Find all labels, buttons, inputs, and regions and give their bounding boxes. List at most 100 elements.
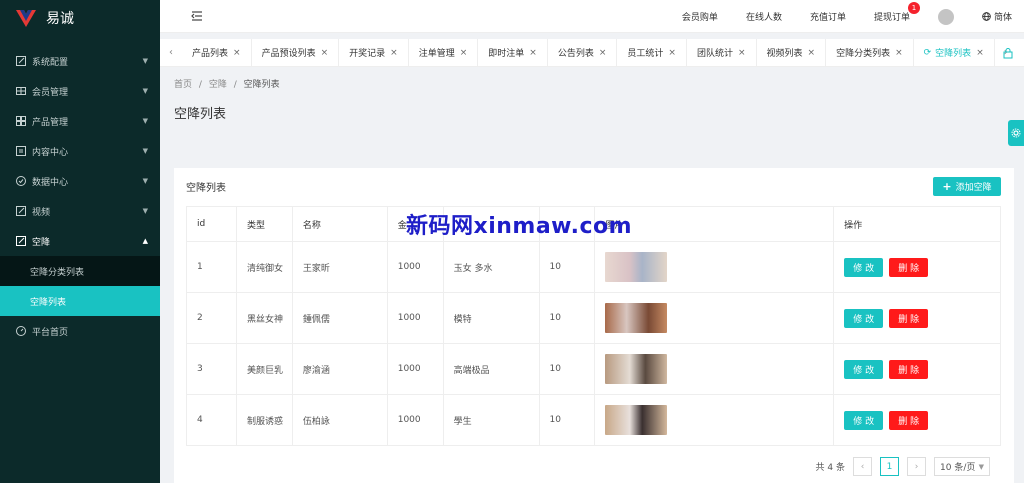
edit-button[interactable]: 修 改 — [844, 410, 884, 430]
edit-button[interactable]: 修 改 — [844, 257, 884, 277]
photo-thumbnail[interactable] — [605, 303, 668, 333]
tab-team-stats[interactable]: 团队统计 × — [687, 38, 757, 67]
cell-image — [594, 394, 835, 446]
tab-video-list[interactable]: 视频列表 × — [757, 38, 827, 67]
sidebar-item-airdrop-category-list[interactable]: 空降分类列表 — [0, 256, 160, 286]
top-bar: 会员购单 在线人数 充值订单 提现订单 1 简体 — [160, 0, 1024, 33]
sidebar-item-label: 数据中心 — [32, 177, 69, 188]
delete-button[interactable]: 删 除 — [889, 359, 929, 379]
add-airdrop-button[interactable]: + 添加空降 — [933, 177, 1001, 196]
tab-label: 产品列表 — [192, 49, 229, 59]
chevron-down-icon: ▼ — [142, 147, 148, 155]
sidebar-item-label: 产品管理 — [32, 117, 69, 128]
airdrop-table: id 类型 名称 金 图片 操作 1 清纯御女 王家昕 1000 玉女 多水 1… — [186, 206, 1001, 446]
sidebar-item-label: 视频 — [32, 207, 51, 218]
tab-lottery-records[interactable]: 开奖记录 × — [339, 38, 409, 67]
tab-bet-management[interactable]: 注单管理 × — [409, 38, 479, 67]
delete-button[interactable]: 删 除 — [889, 257, 929, 277]
cell-name: 廖渝涵 — [291, 343, 388, 395]
page-size-select[interactable]: 10 条/页 ▼ — [934, 457, 990, 476]
sidebar-item-content[interactable]: 内容中心 ▼ — [0, 136, 160, 166]
refresh-icon[interactable]: ⟳ — [924, 48, 932, 58]
menu-fold-icon[interactable] — [190, 9, 204, 23]
sidebar-item-products[interactable]: 产品管理 ▼ — [0, 106, 160, 136]
close-icon[interactable]: × — [233, 48, 241, 58]
delete-button[interactable]: 删 除 — [889, 308, 929, 328]
settings-float-button[interactable] — [1008, 120, 1024, 146]
sidebar-item-airdrop-list[interactable]: 空降列表 — [0, 286, 160, 316]
watermark: 新码网xinmaw.com — [406, 214, 633, 239]
plus-icon: + — [942, 180, 952, 193]
photo-thumbnail[interactable] — [605, 405, 668, 435]
tab-staff-stats[interactable]: 员工统计 × — [617, 38, 687, 67]
pagination-page-button[interactable]: 1 — [880, 457, 899, 476]
sidebar-item-platform-home[interactable]: 平台首页 — [0, 316, 160, 346]
card-title: 空降列表 — [186, 183, 226, 194]
pagination-prev-button[interactable]: ‹ — [853, 457, 872, 476]
member-orders-link[interactable]: 会员购单 — [682, 10, 718, 23]
brand[interactable]: 易诚 — [0, 0, 160, 36]
pagination-next-button[interactable]: › — [907, 457, 926, 476]
tab-airdrop-category-list[interactable]: 空降分类列表 × — [826, 38, 914, 67]
photo-thumbnail[interactable] — [605, 252, 668, 282]
avatar[interactable] — [937, 8, 954, 25]
tab-label: 开奖记录 — [349, 49, 386, 59]
cell-id: 2 — [186, 292, 237, 344]
vue-logo-icon — [16, 10, 36, 27]
online-users-link[interactable]: 在线人数 — [746, 10, 782, 23]
tab-announcements[interactable]: 公告列表 × — [548, 38, 618, 67]
cell-id: 1 — [186, 241, 237, 293]
breadcrumb-home[interactable]: 首页 — [174, 80, 192, 90]
close-icon[interactable]: × — [808, 48, 816, 58]
cell-type: 清纯御女 — [235, 241, 293, 293]
sidebar-item-system-config[interactable]: 系统配置 ▼ — [0, 46, 160, 76]
lock-icon[interactable] — [1002, 47, 1014, 59]
tab-product-preset-list[interactable]: 产品预设列表 × — [252, 38, 340, 67]
tab-live-bets[interactable]: 即时注单 × — [478, 38, 548, 67]
cell-actions: 修 改删 除 — [833, 394, 1001, 446]
close-icon[interactable]: × — [599, 48, 607, 58]
sidebar-item-airdrop[interactable]: 空降 ▲ — [0, 226, 160, 256]
cell-amount: 1000 — [386, 241, 444, 293]
sidebar: 易诚 系统配置 ▼ 会员管理 ▼ 产品管理 ▼ 内容中心 ▼ 数据中心 ▼ 视频… — [0, 0, 160, 483]
tab-label: 空降分类列表 — [836, 49, 891, 59]
chevron-down-icon: ▼ — [142, 117, 148, 125]
tabs-scroll-left-icon[interactable]: ‹ — [160, 47, 182, 58]
edit-button[interactable]: 修 改 — [844, 359, 884, 379]
cell-tags: 高端极品 — [442, 343, 540, 395]
globe-icon — [982, 12, 991, 21]
tab-label: 公告列表 — [557, 49, 594, 59]
pagination: 共 4 条 ‹ 1 › 10 条/页 ▼ — [816, 457, 990, 476]
tab-airdrop-list[interactable]: ⟳ 空降列表 × — [914, 38, 995, 67]
photo-thumbnail[interactable] — [605, 354, 668, 384]
close-icon[interactable]: × — [390, 48, 398, 58]
column-header-id: id — [186, 206, 237, 242]
tab-label: 团队统计 — [696, 49, 733, 59]
cell-actions: 修 改删 除 — [833, 343, 1001, 395]
sidebar-item-members[interactable]: 会员管理 ▼ — [0, 76, 160, 106]
close-icon[interactable]: × — [460, 48, 468, 58]
close-icon[interactable]: × — [738, 48, 746, 58]
edit-button[interactable]: 修 改 — [844, 308, 884, 328]
close-icon[interactable]: × — [895, 48, 903, 58]
breadcrumb-airdrop[interactable]: 空降 — [209, 80, 227, 90]
cell-count: 10 — [538, 343, 596, 395]
grid-icon — [16, 116, 26, 126]
tab-label: 员工统计 — [627, 49, 664, 59]
sidebar-item-video[interactable]: 视频 ▼ — [0, 196, 160, 226]
delete-button[interactable]: 删 除 — [889, 410, 929, 430]
sidebar-item-data[interactable]: 数据中心 ▼ — [0, 166, 160, 196]
cell-image — [594, 343, 835, 395]
cell-actions: 修 改删 除 — [833, 241, 1001, 293]
tab-product-list[interactable]: 产品列表 × — [182, 38, 252, 67]
withdraw-orders-link[interactable]: 提现订单 1 — [874, 2, 920, 23]
recharge-orders-link[interactable]: 充值订单 — [810, 10, 846, 23]
table-row: 2 黑丝女神 鍾佩儒 1000 模特 10 修 改删 除 — [186, 292, 1001, 344]
close-icon[interactable]: × — [976, 48, 984, 58]
language-switch[interactable]: 简体 — [982, 10, 1012, 23]
close-icon[interactable]: × — [668, 48, 676, 58]
edit-icon — [16, 236, 26, 246]
close-icon[interactable]: × — [321, 48, 329, 58]
edit-icon — [16, 56, 26, 66]
close-icon[interactable]: × — [529, 48, 537, 58]
